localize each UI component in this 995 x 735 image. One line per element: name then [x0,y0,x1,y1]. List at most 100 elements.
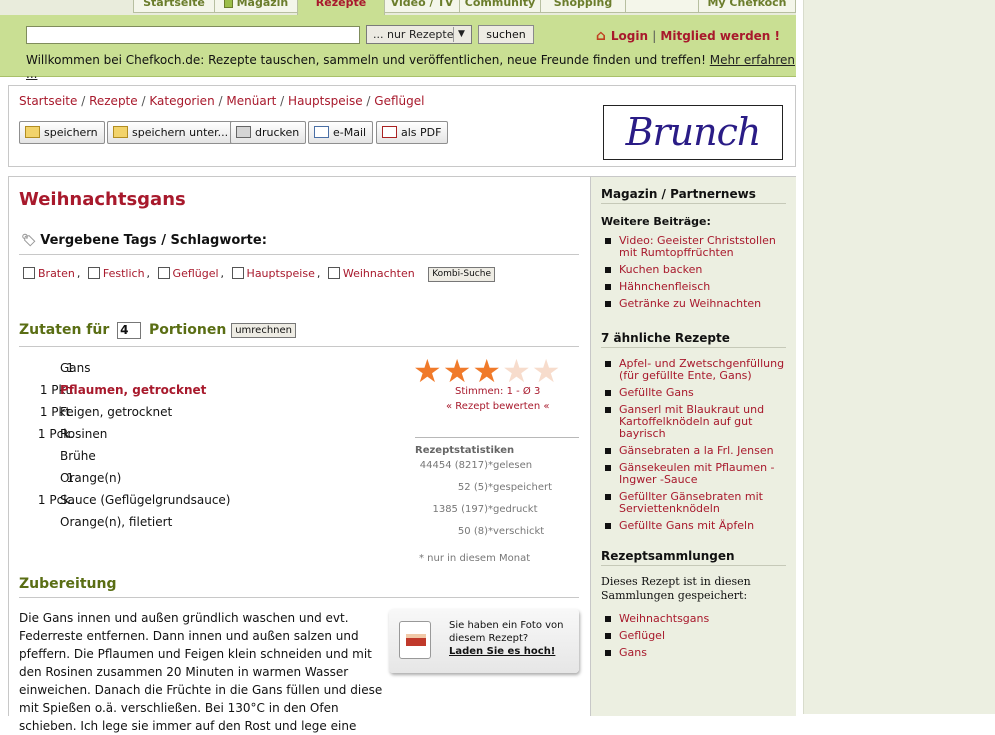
login-link[interactable]: Login [611,29,648,43]
list-item: Getränke zu Weihnachten [603,298,789,310]
list-item: Geflügel [603,630,789,642]
article-link[interactable]: Getränke zu Weihnachten [619,297,761,310]
ingredient-row: 1 Pck. Rosinen [19,427,399,449]
save-under-button[interactable]: speichern unter... [107,121,236,144]
ingredients-prefix: Zutaten für [19,322,110,338]
stat-row: 50 (8)* verschickt [415,526,585,548]
tag-checkbox-hauptspeise[interactable] [231,267,244,279]
breadcrumb-menueart[interactable]: Menüart [226,94,276,108]
breadcrumb-hauptspeise[interactable]: Hauptspeise [288,94,363,108]
tab-video-tv[interactable]: Video / TV [384,0,460,13]
article-link[interactable]: Video: Geeister Christstollen mit Rumtop… [619,234,776,259]
upload-photo-prompt: Sie haben ein Foto von diesem Rezept? [449,620,564,644]
list-item: Gänsekeulen mit Pflaumen - Ingwer -Sauce [603,462,789,486]
divider [19,597,579,598]
tab-blank[interactable] [625,0,699,13]
upload-photo-link[interactable]: Laden Sie es hoch! [449,646,555,657]
tag-link-gefluegel[interactable]: Geflügel [173,267,219,280]
rating-stars[interactable]: ★★★★★ [413,355,561,387]
tag-link-hauptspeise[interactable]: Hauptspeise [247,267,315,280]
ingredient-row: 1 Pck. Sauce (Geflügelgrundsauce) [19,493,399,515]
similar-recipe-link[interactable]: Gefüllte Gans [619,386,694,399]
collection-link[interactable]: Gans [619,646,647,659]
collection-link[interactable]: Geflügel [619,629,665,642]
similar-recipe-link[interactable]: Gänsebraten a la Frl. Jensen [619,444,774,457]
article-link[interactable]: Hähnchenfleisch [619,280,710,293]
breadcrumb: Startseite / Rezepte / Kategorien / Menü… [19,94,424,108]
breadcrumb-separator: / [218,94,223,108]
article-link[interactable]: Kuchen backen [619,263,702,276]
search-scope-select[interactable]: ... nur Rezepte ▼ [366,25,472,44]
list-item: Gefüllter Gänsebraten mit Serviettenknöd… [603,491,789,515]
list-item: Gänsebraten a la Frl. Jensen [603,445,789,457]
brunch-ad-banner[interactable]: Brunch [603,105,783,160]
star-icon[interactable]: ★ [472,352,501,390]
ingredient-row: 1 Orange(n) [19,471,399,493]
ingredients-suffix: Portionen [149,322,227,338]
tag-link-weihnachten[interactable]: Weihnachten [343,267,415,280]
breadcrumb-gefluegel[interactable]: Geflügel [374,94,424,108]
star-empty-icon[interactable]: ★ [532,352,561,390]
tag-checkbox-braten[interactable] [23,267,35,279]
email-button[interactable]: e-Mail [308,121,374,144]
tab-startseite[interactable]: Startseite [133,0,215,13]
similar-recipe-link[interactable]: Gefüllte Gans mit Äpfeln [619,519,754,532]
similar-recipes-list: Apfel- und Zwetschgenfüllung (für gefüll… [603,358,789,537]
tag-checkbox-weihnachten[interactable] [327,267,340,279]
stat-value: 50 (8)* [457,526,493,537]
star-empty-icon[interactable]: ★ [502,352,531,390]
tab-rezepte[interactable]: Rezepte [297,0,385,15]
account-divider: | [652,29,657,43]
ingredient-name: Brühe [60,449,96,463]
collection-link[interactable]: Weihnachtsgans [619,612,709,625]
tag-link-festlich[interactable]: Festlich [103,267,145,280]
tab-community[interactable]: Community [459,0,541,13]
breadcrumb-rezepte[interactable]: Rezepte [89,94,138,108]
pdf-label: als PDF [401,126,442,139]
star-icon[interactable]: ★ [413,352,442,390]
print-button[interactable]: drucken [230,121,307,144]
tab-my-chefkoch[interactable]: My Chefkoch [698,0,796,13]
save-button[interactable]: speichern [19,121,105,144]
rate-recipe-link[interactable]: « Rezept bewerten « [446,401,549,412]
pdf-button[interactable]: als PDF [376,121,449,144]
stat-value: 44454 (8217)* [419,460,493,471]
rating-votes: Stimmen: 1 - Ø 3 [455,386,541,397]
tags-heading: 🏷 Vergebene Tags / Schlagworte: [21,233,267,248]
list-item: Hähnchenfleisch [603,281,789,293]
divider [19,254,579,255]
similar-recipe-link[interactable]: Apfel- und Zwetschgenfüllung (für gefüll… [619,357,784,382]
more-articles-heading: Weitere Beiträge: [601,215,711,228]
combined-search-button[interactable]: Kombi-Suche [428,267,495,282]
list-item: Gefüllte Gans mit Äpfeln [603,520,789,532]
similar-recipe-link[interactable]: Gefüllter Gänsebraten mit Serviettenknöd… [619,490,763,515]
home-icon: ⌂ [595,28,606,44]
register-link[interactable]: Mitglied werden ! [660,29,780,43]
ingredient-link[interactable]: Pflaumen, getrocknet [60,383,206,397]
search-input[interactable] [26,26,360,44]
tag-checkbox-festlich[interactable] [87,267,100,279]
upload-photo-box[interactable]: Sie haben ein Foto von diesem Rezept? La… [389,609,579,673]
search-button[interactable]: suchen [478,25,534,44]
email-label: e-Mail [333,126,367,139]
breadcrumb-startseite[interactable]: Startseite [19,94,77,108]
recalculate-button[interactable]: umrechnen [231,323,296,338]
tag-link-braten[interactable]: Braten [38,267,75,280]
cake-photo-icon [399,621,431,659]
ingredient-row: 1 Pkt. Pflaumen, getrocknet [19,383,399,405]
stat-label: gedruckt [493,504,538,515]
printer-icon [236,126,251,138]
similar-recipe-link[interactable]: Gänsekeulen mit Pflaumen - Ingwer -Sauce [619,461,775,486]
portions-input[interactable]: 4 [117,322,142,339]
tag-checkbox-gefluegel[interactable] [157,267,170,279]
save-under-label: speichern unter... [132,126,229,139]
breadcrumb-kategorien[interactable]: Kategorien [149,94,214,108]
breadcrumb-separator: / [141,94,146,108]
tab-shopping[interactable]: Shopping [540,0,626,13]
star-icon[interactable]: ★ [443,352,472,390]
list-item: Video: Geeister Christstollen mit Rumtop… [603,235,789,259]
collections-text: Dieses Rezept ist in diesen Sammlungen g… [601,575,751,602]
similar-recipe-link[interactable]: Ganserl mit Blaukraut und Kartoffelknöde… [619,403,764,440]
search-scope-value: ... nur Rezepte [373,28,454,41]
tab-magazin[interactable]: Magazin [214,0,298,13]
